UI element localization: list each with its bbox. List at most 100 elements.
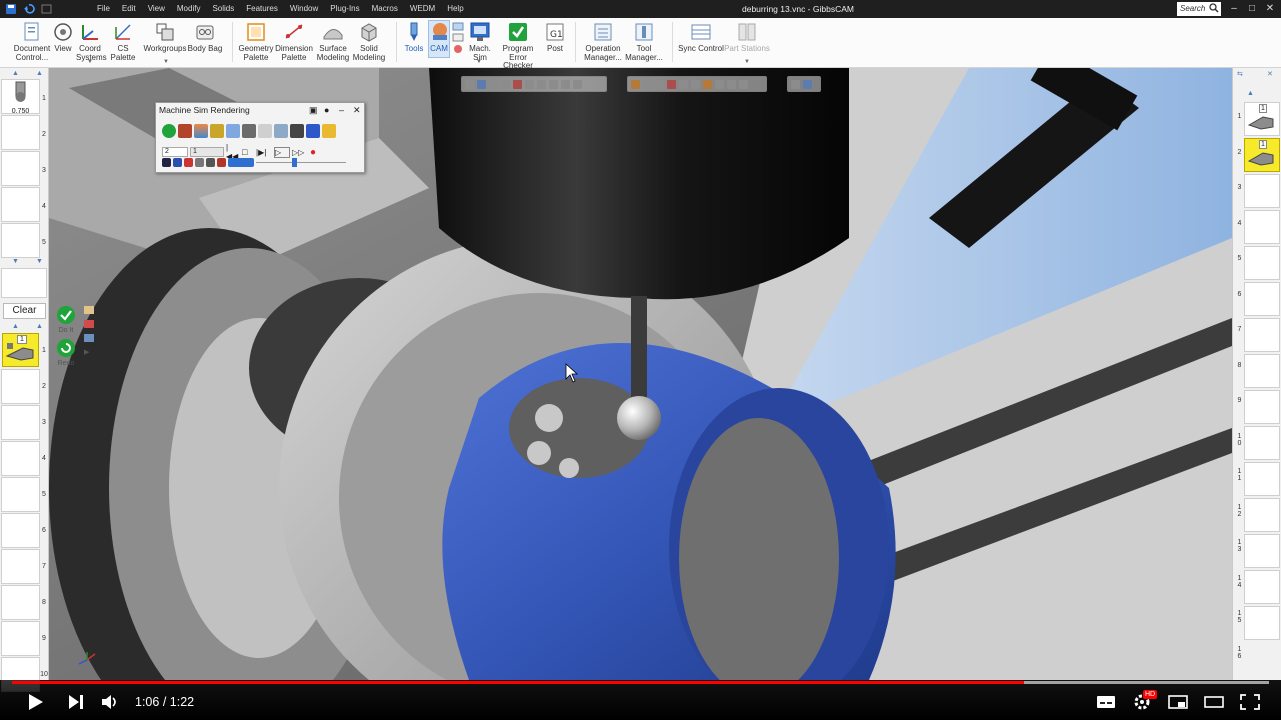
view-toolbar-middle[interactable] xyxy=(627,76,767,92)
tool-slot[interactable] xyxy=(1,187,40,222)
subtitles-button[interactable] xyxy=(1095,693,1117,711)
tool-tile-1[interactable]: 1 xyxy=(1244,102,1280,136)
tool-slot[interactable] xyxy=(1244,498,1280,532)
option-icon[interactable] xyxy=(195,158,204,167)
tool-manager-button[interactable]: Tool Manager... xyxy=(624,21,664,62)
view-button[interactable]: View xyxy=(52,21,74,54)
operation-slot[interactable] xyxy=(1,369,40,404)
expand-arrow-icon[interactable]: ▶ xyxy=(84,348,96,356)
scroll-bottom-icon[interactable]: ▼ xyxy=(36,258,43,265)
mute-button[interactable] xyxy=(100,693,122,711)
machine-sim-button[interactable]: Mach. Sim xyxy=(466,21,494,62)
view-toolbar-right[interactable] xyxy=(787,76,821,92)
menu-plugins[interactable]: Plug-Ins xyxy=(324,0,365,18)
expand-arrow-icon[interactable]: ▼ xyxy=(744,59,750,65)
minimize-panel-button[interactable]: – xyxy=(339,103,344,118)
tool-slot[interactable] xyxy=(1244,462,1280,496)
operation-slot[interactable] xyxy=(1,441,40,476)
pin-icon[interactable]: ● xyxy=(324,103,329,118)
tool-slot[interactable] xyxy=(1244,354,1280,388)
operation-slot[interactable] xyxy=(1,549,40,584)
fast-forward-icon[interactable]: ▷▷ xyxy=(292,148,308,157)
dock-icon[interactable]: ▣ xyxy=(309,103,318,118)
operation-slot[interactable] xyxy=(1,621,40,656)
option-icon[interactable] xyxy=(206,158,215,167)
tool-tile[interactable]: 0.750 xyxy=(1,79,40,115)
play-icon[interactable]: ▷ xyxy=(274,146,290,158)
cam-small-tools[interactable] xyxy=(452,21,464,58)
speed-toggle[interactable] xyxy=(228,158,254,167)
coord-systems-button[interactable]: Coord Systems xyxy=(76,21,107,62)
stock-icon[interactable] xyxy=(178,124,192,138)
save-icon[interactable] xyxy=(3,2,19,16)
operation-manager-button[interactable]: Operation Manager... xyxy=(582,21,624,62)
tool-slot[interactable] xyxy=(1244,210,1280,244)
cam-button[interactable]: CAM xyxy=(428,20,450,58)
sync-icon[interactable]: ⇆ xyxy=(1237,70,1243,78)
maximize-button[interactable]: □ xyxy=(1243,0,1261,18)
tool-slot[interactable] xyxy=(1244,318,1280,352)
scroll-top-icon[interactable]: ▲ xyxy=(36,323,43,330)
option-icon[interactable] xyxy=(173,158,182,167)
lock-icon[interactable] xyxy=(242,124,256,138)
undo-icon[interactable] xyxy=(21,2,37,16)
document-control-button[interactable]: Document Control... xyxy=(12,21,52,62)
tool-slot[interactable] xyxy=(1,151,40,186)
menu-window[interactable]: Window xyxy=(284,0,324,18)
machine-icon[interactable] xyxy=(210,124,224,138)
theater-mode-button[interactable] xyxy=(1203,693,1225,711)
menu-modify[interactable]: Modify xyxy=(171,0,207,18)
scroll-up-icon[interactable]: ▲ xyxy=(12,323,19,330)
part-stations-button[interactable]: Part Stations xyxy=(724,21,770,54)
program-error-checker-button[interactable]: Program Error Checker xyxy=(494,21,542,71)
step-icon[interactable]: |▶| xyxy=(256,148,272,157)
gear-icon[interactable] xyxy=(290,124,304,138)
surface-modeling-button[interactable]: Surface Modeling xyxy=(314,21,352,62)
scroll-up-icon[interactable]: ▲ xyxy=(12,70,19,77)
menu-edit[interactable]: Edit xyxy=(116,0,142,18)
tool-slot[interactable] xyxy=(1,115,40,150)
expand-arrow-icon[interactable]: ▼ xyxy=(87,59,93,65)
option-icon[interactable] xyxy=(162,158,171,167)
close-button[interactable]: ✕ xyxy=(1261,0,1279,18)
folder-icon[interactable] xyxy=(322,124,336,138)
tool-slot[interactable] xyxy=(1244,606,1280,640)
cube-icon[interactable] xyxy=(306,124,320,138)
close-panel-button[interactable]: ✕ xyxy=(353,103,361,118)
menu-view[interactable]: View xyxy=(142,0,171,18)
delete-icon[interactable] xyxy=(84,320,94,328)
menu-help[interactable]: Help xyxy=(441,0,469,18)
operation-slot[interactable] xyxy=(1,477,40,512)
layout-icon[interactable] xyxy=(274,124,288,138)
minimize-button[interactable]: – xyxy=(1225,0,1243,18)
operation-slot[interactable] xyxy=(1,513,40,548)
step-field[interactable]: 2 xyxy=(162,147,188,157)
operation-slot[interactable] xyxy=(1,585,40,620)
miniplayer-button[interactable] xyxy=(1167,693,1189,711)
redo-icon[interactable] xyxy=(39,2,55,16)
settings-button[interactable]: HD xyxy=(1131,690,1158,711)
tool-slot[interactable] xyxy=(1244,534,1280,568)
tool-slot[interactable] xyxy=(1244,174,1280,208)
scroll-up-icon[interactable]: ▲ xyxy=(1247,90,1254,97)
search-input[interactable]: Search xyxy=(1177,2,1221,16)
play-button[interactable] xyxy=(24,693,46,711)
clear-button[interactable]: Clear xyxy=(3,303,46,319)
workgroups-button[interactable]: Workgroups xyxy=(143,21,187,54)
shading-icon[interactable] xyxy=(194,124,208,138)
menu-solids[interactable]: Solids xyxy=(206,0,240,18)
speed-slider[interactable] xyxy=(256,158,346,167)
cs-palette-button[interactable]: CS Palette xyxy=(104,21,142,62)
view-toolbar-left[interactable] xyxy=(461,76,607,92)
tool-slot[interactable] xyxy=(1244,246,1280,280)
geometry-palette-button[interactable]: Geometry Palette xyxy=(238,21,274,62)
folder-icon[interactable] xyxy=(84,306,94,314)
operation-tool-tile[interactable]: 1 xyxy=(2,333,39,367)
next-button[interactable] xyxy=(66,693,88,711)
dots-icon[interactable] xyxy=(258,124,272,138)
option-icon[interactable] xyxy=(217,158,226,167)
tool-slot[interactable] xyxy=(1244,570,1280,604)
scroll-down-icon[interactable]: ▼ xyxy=(12,258,19,265)
menu-features[interactable]: Features xyxy=(240,0,284,18)
tool-slot[interactable] xyxy=(1244,282,1280,316)
